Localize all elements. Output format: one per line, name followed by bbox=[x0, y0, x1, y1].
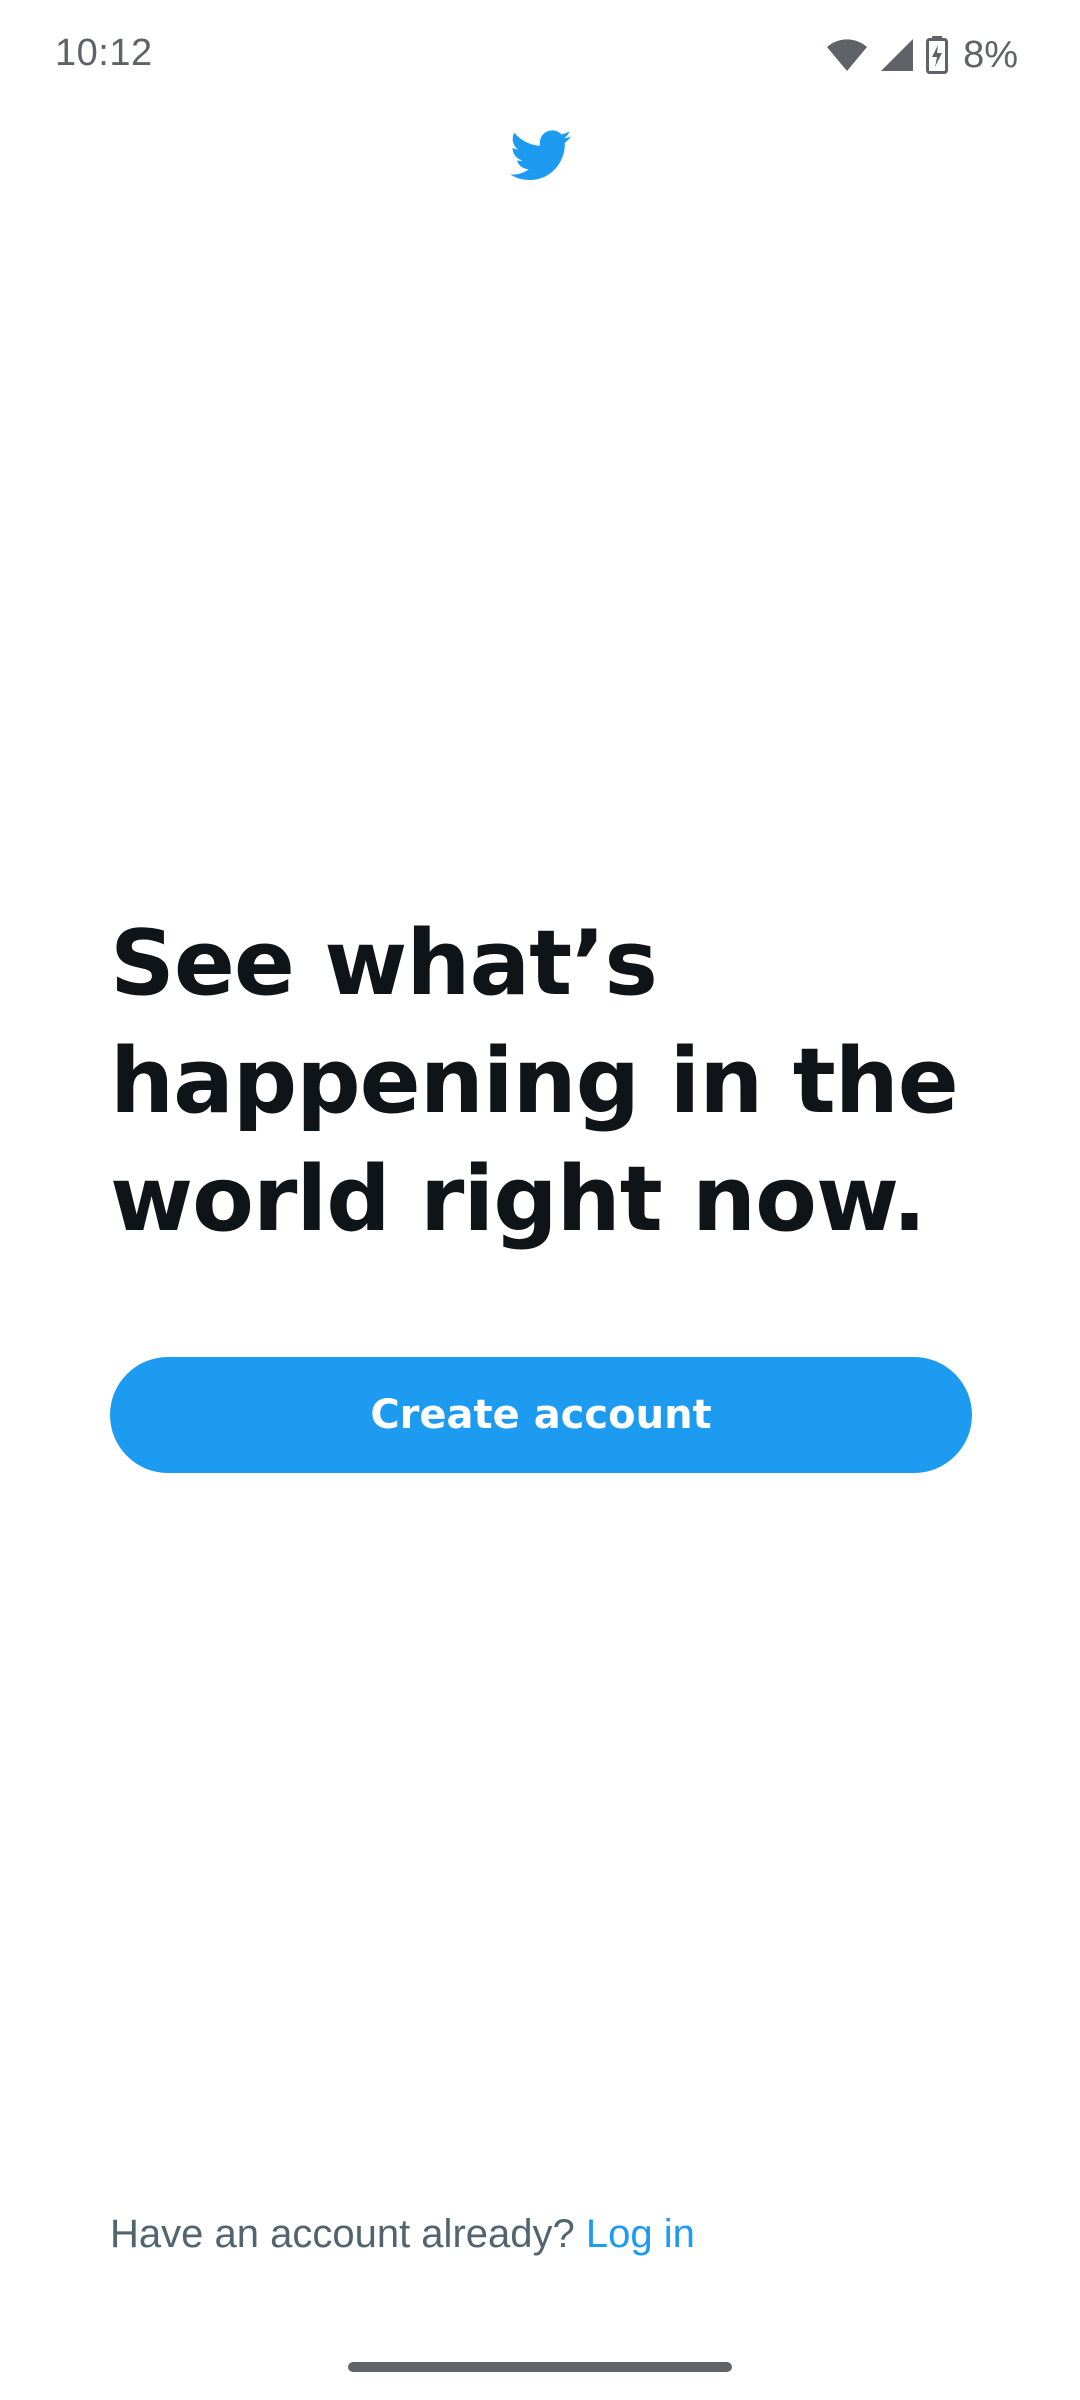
wifi-icon bbox=[825, 37, 869, 73]
cell-signal-icon bbox=[879, 37, 915, 73]
login-prompt: Have an account already? Log in bbox=[110, 2212, 695, 2257]
login-link[interactable]: Log in bbox=[586, 2212, 695, 2256]
status-time: 10:12 bbox=[55, 32, 153, 74]
headline: See what’s happening in the world right … bbox=[110, 905, 990, 1259]
battery-percent: 8% bbox=[963, 33, 1018, 76]
create-account-button[interactable]: Create account bbox=[110, 1357, 972, 1473]
twitter-bird-icon bbox=[510, 128, 572, 184]
headline-line: happening in the bbox=[110, 1029, 959, 1134]
battery-charging-icon bbox=[925, 35, 949, 75]
status-icons: 8% bbox=[825, 30, 1018, 80]
login-prompt-text: Have an account already? bbox=[110, 2212, 586, 2256]
status-bar: 10:12 8% bbox=[0, 0, 1080, 110]
home-indicator[interactable] bbox=[348, 2362, 732, 2372]
headline-line: world right now. bbox=[110, 1147, 927, 1252]
headline-line: See what’s bbox=[110, 911, 658, 1016]
